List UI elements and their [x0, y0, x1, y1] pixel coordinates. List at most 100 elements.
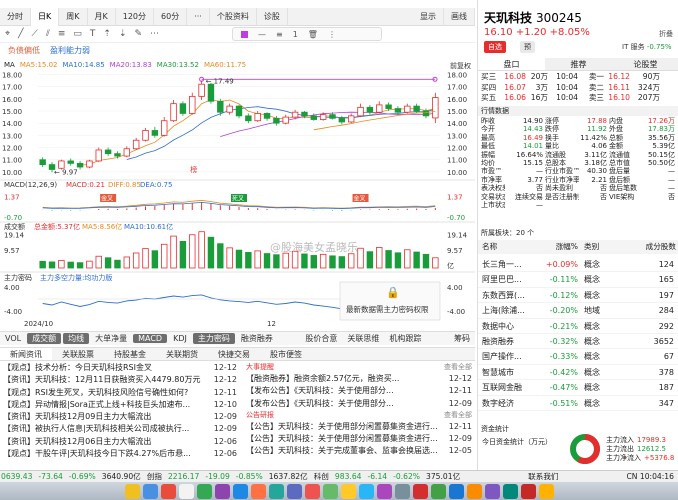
announcements-more-link[interactable]: 查看全部	[444, 410, 472, 421]
quote-tab-0[interactable]: 盘口	[478, 58, 545, 70]
news-item[interactable]: 【资讯】被执行人信息|天玑科技相关公司成被执行... 12-09	[0, 423, 240, 435]
sector-col-count[interactable]: 成分股数	[618, 240, 676, 254]
dock-app-icon[interactable]	[322, 483, 338, 499]
crosshair-icon[interactable]: ⌖	[5, 29, 10, 39]
dock-app-icon[interactable]	[178, 483, 194, 499]
indicator-tab-1[interactable]: 成交额	[27, 333, 62, 344]
indicator-tab-0[interactable]: VOL	[0, 334, 26, 343]
sector-row[interactable]: 上海(除浦... -0.20% 地域 284	[478, 303, 678, 319]
dock-app-icon[interactable]	[520, 483, 536, 499]
dock-app-icon[interactable]	[484, 483, 500, 499]
period-right-0[interactable]: 显示	[413, 7, 444, 26]
news-item[interactable]: 【公告】天玑科技：关于使用部分闲置募集资金进行... 12-09	[243, 433, 475, 445]
dock-app-icon[interactable]	[286, 483, 302, 499]
arrow-down-tool-icon[interactable]: ⇣	[119, 29, 127, 39]
news-item[interactable]: 【融资融券】融资余额2.57亿元，融资买... 12-12	[243, 373, 475, 385]
dock-app-icon[interactable]	[394, 483, 410, 499]
text-tool-icon[interactable]: T	[90, 29, 96, 39]
period-tab-8[interactable]: 诊股	[257, 7, 288, 26]
chart-svg[interactable]: 18.00 18.00 17.00 17.00 16.00 16.00 15.00 15.00…	[0, 70, 475, 332]
sector-col-name[interactable]: 名称	[478, 240, 538, 254]
indicator-debt[interactable]: 负债偏低	[8, 45, 40, 57]
dock-app-icon[interactable]	[358, 483, 374, 499]
dock-app-icon[interactable]	[412, 483, 428, 499]
period-tab-6[interactable]: ···	[187, 7, 210, 26]
sector-col-pct[interactable]: 涨幅%	[538, 240, 578, 254]
dock-app-icon[interactable]	[430, 483, 446, 499]
indicator-tab-6[interactable]: 主力密码	[192, 333, 235, 344]
dock-app-icon[interactable]	[232, 483, 248, 499]
dock-app-icon[interactable]	[250, 483, 266, 499]
news-item[interactable]: 【观点】RSI发生死叉，天玑科技风险信号确性如何? 12-11	[0, 387, 240, 399]
indicator-tab-11[interactable]: 机构跟踪	[384, 333, 426, 344]
indicator-tab-2[interactable]: 均线	[63, 333, 90, 344]
dock-app-icon[interactable]	[502, 483, 518, 499]
news-tab-4[interactable]: 快捷交易	[208, 348, 260, 360]
more-tools-icon[interactable]: ⋯	[150, 29, 159, 39]
sector-row[interactable]: 互联网金融 -0.47% 概念 187	[478, 380, 678, 396]
sector-row[interactable]: 数字经济 -0.51% 概念 347	[478, 396, 678, 411]
dock-app-icon[interactable]	[376, 483, 392, 499]
indicator-tab-7[interactable]: 融资融券	[236, 333, 278, 344]
sector-row[interactable]: 阿里巴巴... -0.11% 概念 165	[478, 272, 678, 288]
news-tab-0[interactable]: 新闻资讯	[0, 348, 52, 360]
color-swatch-icon[interactable]	[241, 30, 248, 38]
add-watchlist-button[interactable]: 自选	[484, 41, 506, 53]
status-item[interactable]: CN 10:04:16	[626, 472, 674, 481]
news-tab-1[interactable]: 关联股票	[52, 348, 104, 360]
pencil-tool-icon[interactable]: ✎	[134, 29, 142, 39]
indicator-tab-5[interactable]: KDJ	[168, 334, 192, 343]
news-item[interactable]: 【公告】天玑科技：关于完成董事会、监事会换届选... 12-05	[243, 445, 475, 457]
arrow-up-tool-icon[interactable]: ⇡	[103, 29, 111, 39]
sector-col-type[interactable]: 类别	[578, 240, 618, 254]
news-item[interactable]: 【观点】干股午评|天玑科技今日下跌4.27%后市悬... 12-06	[0, 448, 240, 460]
fib-tool-icon[interactable]: ≡	[58, 29, 66, 39]
segment-tool-icon[interactable]: ⟋	[32, 29, 38, 39]
quote-tab-1[interactable]: 推荐	[545, 58, 612, 70]
sector-row[interactable]: 长三角一... +0.09% 概念 124	[478, 257, 678, 273]
dock-app-icon[interactable]	[196, 483, 212, 499]
dock-app-icon[interactable]	[304, 483, 320, 499]
period-tab-5[interactable]: 60分	[154, 7, 188, 26]
indicator-tab-3[interactable]: 大单净量	[90, 333, 132, 344]
line-width-icon[interactable]: ≡	[276, 30, 283, 39]
news-item[interactable]: 【观点】异动情报|Sora正式上线+科技巨头加速布... 12-10	[0, 399, 240, 411]
news-item[interactable]: 【资讯】天玑科技12月06日主力大幅流出 12-06	[0, 436, 240, 448]
sector-row[interactable]: 东数西算(... -0.12% 概念 197	[478, 288, 678, 304]
industry-tag[interactable]: IT 服务 -0.75%	[618, 41, 676, 53]
sector-row[interactable]: 融资融券 -0.32% 概念 3652	[478, 334, 678, 350]
status-item[interactable]: 联系我们	[528, 471, 558, 482]
news-item[interactable]: 【公告】天玑科技：关于使用部分闲置募集资金进行... 12-11	[243, 421, 475, 433]
news-item[interactable]: 【观点】技术分析：今日天玑科技RSI金叉 12-12	[0, 362, 240, 374]
fold-button[interactable]: 折叠	[659, 29, 673, 39]
dock-app-icon[interactable]	[214, 483, 230, 499]
news-item[interactable]: 【资讯】天玑科技：12月11日获融资买入4479.80万元 12-12	[0, 374, 240, 386]
period-tab-2[interactable]: 周K	[59, 7, 88, 26]
dock-app-icon[interactable]	[538, 483, 554, 499]
quote-tab-2[interactable]: 论股堂	[612, 58, 678, 70]
news-tab-3[interactable]: 关联期货	[156, 348, 208, 360]
sector-row[interactable]: 数据中心 -0.21% 概念 292	[478, 319, 678, 334]
indicator-tab-13[interactable]: 筹码	[449, 333, 475, 344]
sector-row[interactable]: 国产操作... -0.33% 概念 67	[478, 349, 678, 365]
dock-app-icon[interactable]	[142, 483, 158, 499]
news-tab-5[interactable]: 股市便签	[260, 348, 312, 360]
dock-app-icon[interactable]	[160, 483, 176, 499]
period-tab-1[interactable]: 日K	[31, 7, 60, 26]
channel-tool-icon[interactable]: ⫽	[46, 29, 50, 39]
dock-app-icon[interactable]	[124, 483, 140, 499]
indicator-tab-4[interactable]: MACD	[133, 334, 168, 343]
sector-row[interactable]: 智慧城市 -0.42% 概念 378	[478, 365, 678, 381]
period-tab-0[interactable]: 分时	[0, 7, 31, 26]
indicator-profit[interactable]: 盈利能力弱	[50, 45, 90, 57]
news-item[interactable]: 【发布公告】《天玑科技：关于使用部分... 12-11	[243, 385, 475, 397]
events-more-link[interactable]: 查看全部	[444, 362, 472, 373]
dock-app-icon[interactable]	[448, 483, 464, 499]
news-tab-2[interactable]: 持股基金	[104, 348, 156, 360]
indicator-tab-10[interactable]: 关联思维	[342, 333, 384, 344]
news-item[interactable]: 【资讯】天玑科技12月09日主力大幅流出 12-09	[0, 411, 240, 423]
lock-icon[interactable]: ⋮	[328, 30, 336, 39]
dock-app-icon[interactable]	[466, 483, 482, 499]
rect-tool-icon[interactable]: ▭	[73, 29, 82, 39]
alert-button[interactable]: 预	[520, 41, 535, 53]
